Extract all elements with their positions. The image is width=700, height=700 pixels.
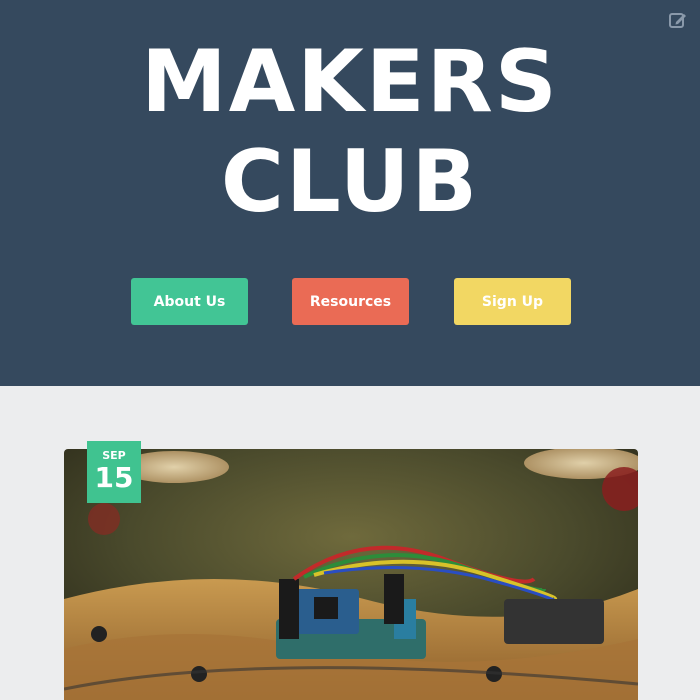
post-card[interactable] xyxy=(64,449,638,700)
site-title-line2: CLUB xyxy=(220,132,480,232)
hero-header: MAKERS CLUB About Us Resources Sign Up xyxy=(0,0,700,386)
about-us-button[interactable]: About Us xyxy=(131,278,248,325)
post-date-badge: SEP 15 xyxy=(87,441,141,503)
resources-button[interactable]: Resources xyxy=(292,278,409,325)
post-date-day: 15 xyxy=(94,461,134,494)
sign-up-button[interactable]: Sign Up xyxy=(454,278,571,325)
edit-icon[interactable] xyxy=(668,10,688,30)
post-image xyxy=(64,449,638,700)
site-title-line1: MAKERS xyxy=(141,32,559,132)
